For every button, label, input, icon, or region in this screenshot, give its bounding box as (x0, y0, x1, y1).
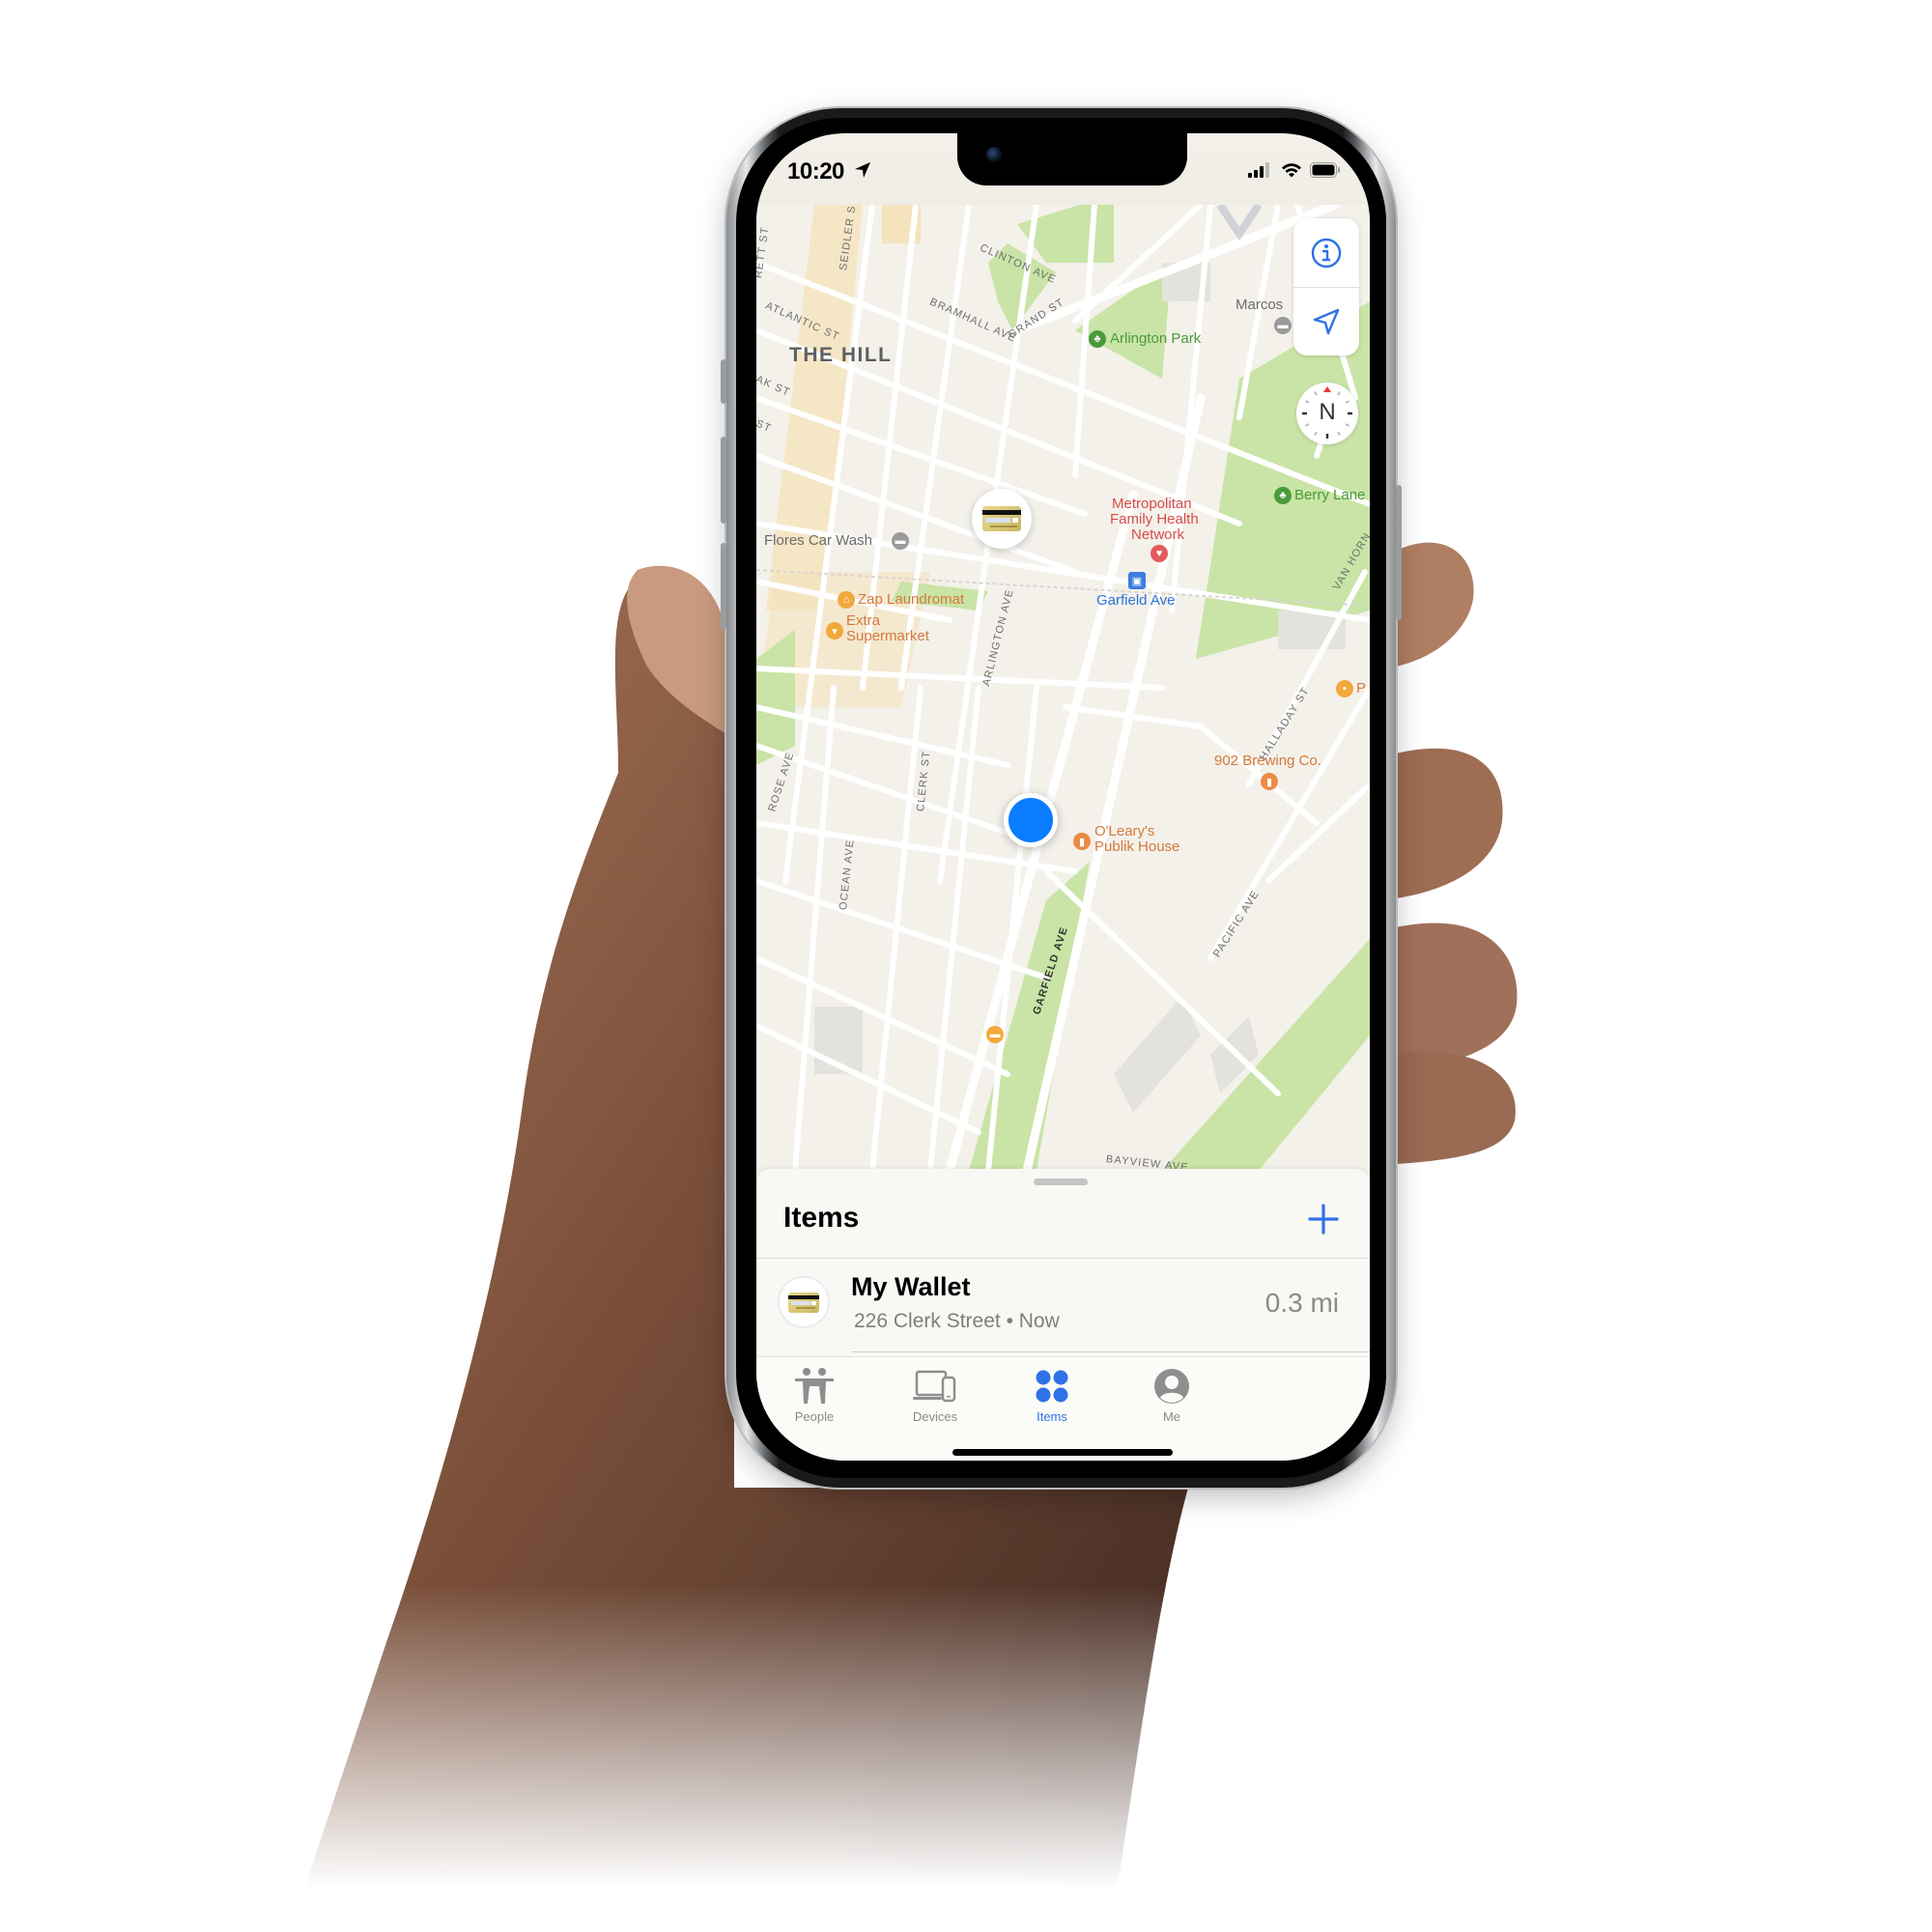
poi-label: Zap Laundromat (858, 591, 965, 608)
front-camera (986, 147, 1002, 162)
silent-switch (721, 359, 726, 404)
locate-me-button[interactable] (1293, 287, 1359, 355)
wallet-card-icon (788, 1292, 819, 1313)
tree-icon: ♣ (1274, 487, 1292, 504)
tram-icon: ▣ (1128, 572, 1146, 589)
item-name: My Wallet (851, 1272, 971, 1301)
devices-icon (913, 1370, 956, 1403)
compass-north-label: N (1319, 399, 1336, 425)
tab-label: Items (1037, 1409, 1067, 1424)
battery-icon (1310, 162, 1340, 178)
location-arrow-icon (1313, 308, 1340, 334)
phone-frame: 10:20 THE HILL SEIDLER ST CLINTON AVE AT… (721, 108, 1402, 1488)
beer-icon: ▮ (1261, 773, 1278, 790)
stethoscope-icon: ♥ (1151, 545, 1168, 562)
info-icon (1311, 238, 1342, 268)
tab-items[interactable]: Items (994, 1365, 1110, 1433)
wallet-map-pin[interactable] (972, 489, 1032, 549)
poi-label-line: Network (1131, 526, 1185, 543)
poi-label-line: Family Health (1110, 511, 1199, 527)
tab-label: People (794, 1409, 835, 1424)
tab-me[interactable]: Me (1114, 1365, 1230, 1433)
add-item-button[interactable] (1304, 1200, 1343, 1238)
cellular-signal-icon (1248, 162, 1269, 178)
beer-icon: ▮ (1073, 833, 1091, 850)
plus-icon (1308, 1204, 1339, 1235)
people-icon (795, 1368, 834, 1404)
home-indicator[interactable] (952, 1449, 1173, 1456)
hanger-icon: ⌂ (838, 591, 855, 609)
notch (957, 133, 1187, 185)
user-location-dot (1004, 793, 1058, 847)
tab-label: Devices (912, 1409, 958, 1424)
wallet-card-icon (982, 506, 1021, 531)
row-divider (851, 1351, 1370, 1352)
tab-people[interactable]: People (756, 1365, 872, 1433)
wifi-icon (1282, 163, 1301, 178)
poi-label-line: O'Leary's (1094, 823, 1155, 839)
poi-label-line: Extra (846, 612, 881, 629)
poi-label-line: Supermarket (846, 628, 929, 644)
poi-label: Garfield Ave (1096, 592, 1176, 609)
cart-icon: ▾ (826, 622, 843, 639)
power-button (1396, 485, 1402, 620)
poi-label: 902 Brewing Co. (1214, 753, 1321, 769)
poi-label-line: Publik House (1094, 838, 1180, 855)
status-time: 10:20 (787, 158, 844, 185)
poi-label-line: Metropolitan (1112, 496, 1192, 512)
items-icon (1036, 1370, 1068, 1403)
bag-icon: ▪ (1336, 680, 1353, 697)
info-button[interactable] (1293, 218, 1359, 287)
poi-label: Berry Lane (1294, 487, 1366, 503)
poi-label: Marcos (1236, 297, 1284, 313)
tab-label: Me (1162, 1409, 1181, 1424)
tab-bar: People Devices Items Me (756, 1356, 1370, 1461)
item-avatar (778, 1276, 830, 1328)
item-subtitle: 226 Clerk Street • Now (854, 1310, 1060, 1332)
car-wash-icon: ▬ (892, 532, 909, 550)
location-arrow-icon (855, 162, 870, 178)
poi-label: Arlington Park (1110, 330, 1202, 347)
car-icon[interactable]: ▬ (986, 1026, 1004, 1043)
map-controls (1293, 218, 1359, 355)
volume-up-button (721, 437, 726, 524)
tree-icon: ♣ (1089, 330, 1106, 348)
compass-button[interactable]: N (1296, 383, 1358, 444)
sheet-grabber[interactable] (1034, 1179, 1088, 1185)
list-item[interactable]: My Wallet 226 Clerk Street • Now 0.3 mi (756, 1259, 1370, 1351)
person-circle-icon (1154, 1369, 1189, 1404)
sheet-title: Items (783, 1202, 860, 1234)
item-distance: 0.3 mi (1264, 1288, 1339, 1318)
phone-screen: 10:20 THE HILL SEIDLER ST CLINTON AVE AT… (756, 133, 1370, 1461)
poi-label: Flores Car Wash (764, 532, 872, 549)
items-sheet: Items My Wallet 226 Clerk Street • Now 0… (756, 1169, 1370, 1461)
tab-devices[interactable]: Devices (877, 1365, 993, 1433)
poi-label: P (1356, 680, 1367, 696)
car-icon: ▬ (1274, 317, 1292, 334)
district-label: THE HILL (789, 344, 893, 366)
map-view[interactable]: THE HILL SEIDLER ST CLINTON AVE ATLANTIC… (756, 205, 1370, 1171)
volume-down-button (721, 543, 726, 630)
